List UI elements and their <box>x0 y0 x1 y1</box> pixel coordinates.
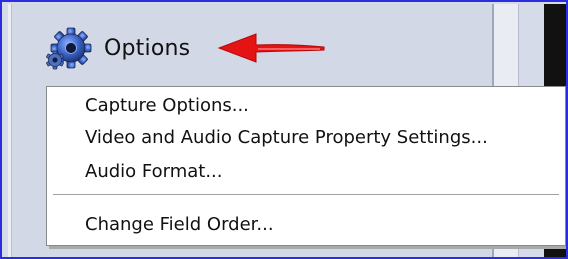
panel-edge <box>8 4 12 257</box>
menu-item-capture-options[interactable]: Capture Options... <box>85 91 249 121</box>
options-menu-header[interactable]: Options <box>46 26 190 70</box>
menu-separator <box>53 194 559 198</box>
options-label: Options <box>104 35 191 61</box>
menu-item-audio-format[interactable]: Audio Format... <box>85 157 222 187</box>
menu-item-video-audio-capture-property-settings[interactable]: Video and Audio Capture Property Setting… <box>85 123 488 153</box>
red-arrow-icon <box>217 33 325 63</box>
gear-icon <box>46 27 92 70</box>
screenshot-frame: Options Capture Options... Video and Aud… <box>0 0 568 259</box>
menu-item-change-field-order[interactable]: Change Field Order... <box>85 210 274 240</box>
options-dropdown-menu: Capture Options... Video and Audio Captu… <box>46 86 566 246</box>
